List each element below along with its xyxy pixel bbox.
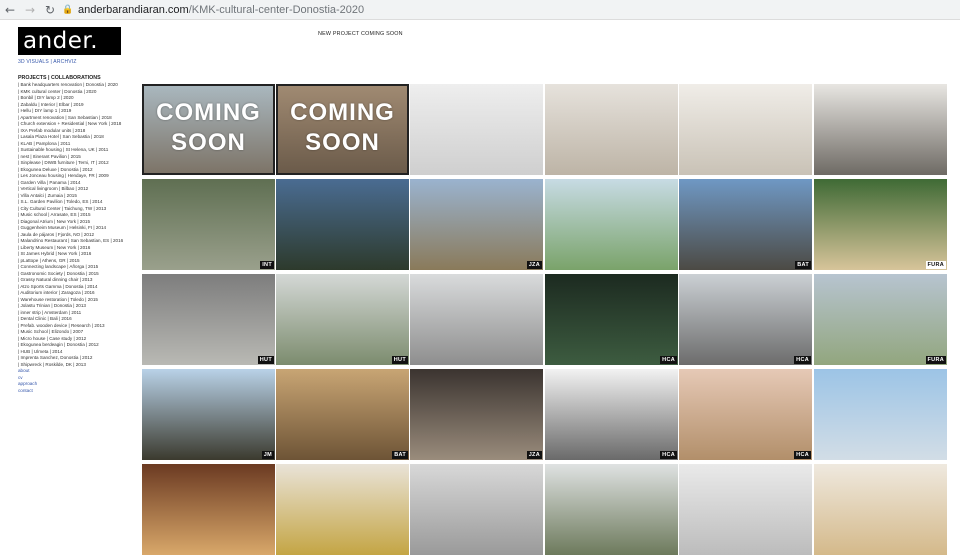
project-tag: FURA (925, 261, 946, 269)
project-tag: HCA (794, 356, 811, 364)
project-image (814, 179, 947, 270)
link-approach[interactable]: approach (18, 381, 138, 388)
project-thumbnail[interactable]: HUT (142, 274, 275, 365)
project-thumbnail[interactable]: JM (142, 369, 275, 460)
project-thumbnail[interactable] (814, 464, 947, 555)
project-thumbnail[interactable] (545, 84, 678, 175)
project-thumbnail[interactable]: HCA (679, 369, 812, 460)
project-image (545, 179, 678, 270)
project-image (410, 369, 543, 460)
project-image (410, 179, 543, 270)
project-tag: JM (261, 451, 274, 459)
project-thumbnail[interactable]: FURA (814, 274, 947, 365)
project-image (142, 274, 275, 365)
project-thumbnail[interactable] (545, 179, 678, 270)
project-thumbnail[interactable] (410, 464, 543, 555)
project-image (545, 369, 678, 460)
project-thumbnail[interactable]: COMING SOON (142, 84, 275, 175)
link-contact[interactable]: contact (18, 388, 138, 395)
coming-soon-overlay: COMING SOON (156, 99, 261, 156)
site-subtitle[interactable]: 3D VISUALS | ARCHVIZ (18, 59, 138, 65)
project-thumbnail[interactable] (814, 369, 947, 460)
project-tag: BAT (392, 451, 408, 459)
project-image (545, 464, 678, 555)
browser-toolbar: ← → ↻ 🔒 anderbarandiaran.com/KMK-cultura… (0, 0, 960, 20)
project-thumbnail[interactable] (276, 464, 409, 555)
project-tag: JZA (526, 261, 542, 269)
project-image (679, 179, 812, 270)
project-image (276, 179, 409, 270)
project-image (276, 369, 409, 460)
project-thumbnail[interactable]: HCA (545, 274, 678, 365)
project-thumbnail[interactable]: BAT (276, 369, 409, 460)
reload-icon[interactable]: ↻ (40, 0, 60, 20)
project-image (142, 464, 275, 555)
project-image (679, 84, 812, 175)
project-image (410, 274, 543, 365)
coming-soon-overlay: COMING SOON (290, 99, 395, 156)
project-image (276, 274, 409, 365)
arrow-right-icon[interactable]: → (20, 0, 40, 20)
link-about[interactable]: about (18, 368, 138, 375)
project-thumbnail[interactable]: BAT (679, 179, 812, 270)
link-cv[interactable]: cv (18, 375, 138, 382)
project-thumbnail[interactable]: FURA (814, 179, 947, 270)
url-path: /KMK-cultural-center-Donostia-2020 (188, 3, 365, 16)
project-thumbnail[interactable] (276, 179, 409, 270)
project-thumbnail[interactable]: HCA (545, 369, 678, 460)
project-tag: HCA (660, 356, 677, 364)
project-image (814, 464, 947, 555)
project-image (545, 84, 678, 175)
project-thumbnail[interactable]: JZA (410, 369, 543, 460)
project-image (410, 464, 543, 555)
project-thumbnail[interactable]: HCA (679, 274, 812, 365)
lock-icon[interactable]: 🔒 (62, 5, 74, 15)
projects-heading: PROJECTS | COLLABORATIONS (18, 75, 101, 81)
project-tag: INT (260, 261, 274, 269)
project-thumbnail[interactable] (410, 274, 543, 365)
project-link[interactable]: | Church extension + Residential | New Y… (18, 121, 138, 128)
arrow-left-icon[interactable]: ← (0, 0, 20, 20)
project-thumbnail[interactable] (679, 84, 812, 175)
project-image (410, 84, 543, 175)
project-thumbnail[interactable] (410, 84, 543, 175)
project-tag: HCA (660, 451, 677, 459)
project-tag: FURA (925, 356, 946, 364)
project-image (814, 274, 947, 365)
project-thumbnail[interactable]: COMING SOON (276, 84, 409, 175)
project-image (142, 179, 275, 270)
project-thumbnail[interactable]: INT (142, 179, 275, 270)
project-image (814, 369, 947, 460)
project-thumbnail[interactable]: HUT (276, 274, 409, 365)
project-thumbnail[interactable] (814, 84, 947, 175)
url-domain: anderbarandiaran.com (78, 3, 189, 16)
project-image (276, 464, 409, 555)
project-tag: BAT (795, 261, 811, 269)
footer-links: about cv approach contact (18, 368, 138, 394)
project-tag: HUT (257, 356, 274, 364)
project-image (545, 274, 678, 365)
site-logo[interactable]: ander. (18, 27, 121, 55)
projects-list: | Bank headquarters renovation | Donosti… (18, 82, 138, 368)
address-bar[interactable]: anderbarandiaran.com/KMK-cultural-center… (78, 4, 364, 16)
project-image (679, 369, 812, 460)
project-tag: HCA (794, 451, 811, 459)
project-thumbnail[interactable] (142, 464, 275, 555)
project-thumbnail[interactable] (679, 464, 812, 555)
project-grid: COMING SOON COMING SOON INT JZA BAT FURA HUT HU… (142, 84, 952, 555)
project-image (142, 369, 275, 460)
sidebar: ander. 3D VISUALS | ARCHVIZ PROJECTS | C… (18, 27, 138, 394)
coming-soon-notice: NEW PROJECT COMING SOON (318, 31, 403, 37)
project-thumbnail[interactable]: JZA (410, 179, 543, 270)
project-link[interactable]: | Malandrino Restaurant | San Sebastian,… (18, 238, 138, 245)
project-image (814, 84, 947, 175)
project-tag: JZA (526, 451, 542, 459)
project-image (679, 464, 812, 555)
project-thumbnail[interactable] (545, 464, 678, 555)
project-tag: HUT (391, 356, 408, 364)
project-image (679, 274, 812, 365)
